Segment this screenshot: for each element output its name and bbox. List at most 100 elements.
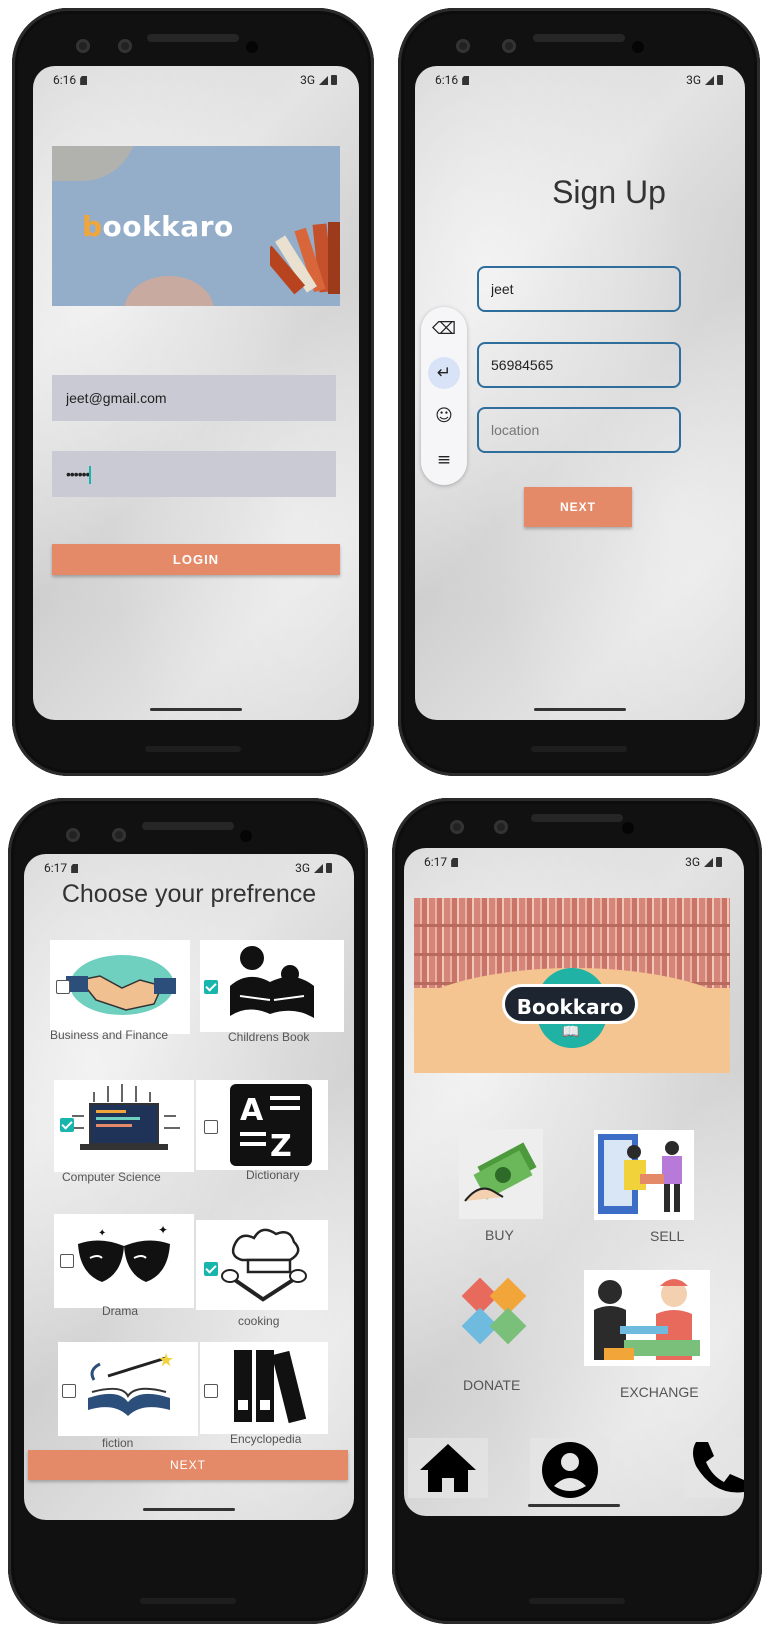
next-button[interactable]: NEXT bbox=[524, 487, 632, 527]
front-camera-dot bbox=[632, 41, 644, 53]
checkbox[interactable] bbox=[60, 1254, 74, 1268]
home-screen: 6:17 3G Bookkaro 📖 BUY SELL DONATE EXCHA… bbox=[404, 848, 744, 1516]
email-field[interactable] bbox=[52, 375, 336, 421]
text-cursor bbox=[89, 466, 92, 485]
location-field[interactable] bbox=[477, 407, 681, 453]
network-label: 3G bbox=[300, 73, 315, 87]
svg-text:Z: Z bbox=[270, 1129, 292, 1164]
drama-masks-icon: ✦ ✦ bbox=[78, 1223, 170, 1282]
network-label: 3G bbox=[685, 855, 700, 869]
camera-icon bbox=[66, 828, 80, 842]
home-banner: Bookkaro 📖 bbox=[414, 898, 730, 1073]
signal-icon bbox=[705, 76, 714, 85]
gesture-bar[interactable] bbox=[528, 1504, 620, 1507]
battery-icon bbox=[716, 857, 722, 867]
gesture-bar[interactable] bbox=[534, 708, 626, 711]
money-icon bbox=[464, 1142, 537, 1202]
status-bar: 6:17 3G bbox=[24, 854, 354, 880]
app-logo: bookkaro bbox=[82, 210, 234, 243]
logo-initial: b bbox=[82, 210, 103, 243]
checkbox[interactable] bbox=[56, 980, 70, 994]
banner-shape bbox=[124, 276, 214, 306]
battery-icon bbox=[717, 75, 723, 85]
login-screen: 6:16 3G bookkaro •••••• LOGIN bbox=[33, 66, 359, 720]
enter-icon[interactable]: ↵ bbox=[428, 357, 460, 389]
status-time: 6:16 bbox=[435, 73, 459, 87]
category-label: Encyclopedia bbox=[230, 1432, 302, 1446]
network-label: 3G bbox=[686, 73, 701, 87]
handshake-icon bbox=[66, 955, 176, 1015]
tile-label: DONATE bbox=[463, 1377, 521, 1393]
bookkaro-banner: bookkaro bbox=[52, 146, 340, 306]
books-icon bbox=[270, 222, 340, 295]
top-speaker bbox=[533, 34, 625, 42]
category-label: Drama bbox=[102, 1304, 139, 1318]
status-bar: 6:16 3G bbox=[33, 66, 359, 92]
gesture-bar[interactable] bbox=[150, 708, 242, 711]
reading-image bbox=[200, 940, 344, 1032]
gesture-bar[interactable] bbox=[143, 1508, 235, 1511]
front-camera-dot bbox=[622, 822, 634, 834]
menu-icon[interactable]: ≡ bbox=[428, 444, 460, 476]
fiction-image: ★ bbox=[58, 1342, 198, 1436]
phone-field[interactable] bbox=[477, 342, 681, 388]
laptop-icon bbox=[68, 1084, 180, 1150]
battery-icon bbox=[331, 75, 337, 85]
sim-icon bbox=[462, 76, 470, 85]
donate-image bbox=[451, 1269, 537, 1361]
sensor-icon bbox=[118, 39, 132, 53]
phone-icon bbox=[693, 1442, 744, 1493]
donate-icon bbox=[461, 1277, 527, 1345]
sensor-icon bbox=[494, 820, 508, 834]
preference-screen: 6:17 3G Choose your prefrence Business a… bbox=[24, 854, 354, 1520]
emoji-icon[interactable]: ☺ bbox=[428, 400, 460, 432]
status-time: 6:17 bbox=[44, 861, 68, 875]
encyclopedia-icon bbox=[234, 1350, 307, 1424]
home-nav-button[interactable] bbox=[408, 1438, 488, 1498]
login-button[interactable]: LOGIN bbox=[52, 544, 340, 575]
svg-text:★: ★ bbox=[158, 1350, 174, 1371]
checkbox[interactable] bbox=[62, 1384, 76, 1398]
password-field[interactable]: •••••• bbox=[52, 451, 336, 497]
bottom-speaker bbox=[145, 746, 241, 752]
battery-icon bbox=[326, 863, 332, 873]
profile-nav-button[interactable] bbox=[530, 1438, 610, 1502]
phone-nav-button[interactable] bbox=[684, 1438, 744, 1498]
camera-icon bbox=[450, 820, 464, 834]
sim-icon bbox=[80, 76, 88, 85]
name-field[interactable] bbox=[477, 266, 681, 312]
checkbox[interactable] bbox=[204, 1120, 218, 1134]
checkbox[interactable] bbox=[204, 1384, 218, 1398]
password-value: •••••• bbox=[66, 466, 90, 482]
network-label: 3G bbox=[295, 861, 310, 875]
status-time: 6:17 bbox=[424, 855, 448, 869]
money-image bbox=[459, 1129, 543, 1219]
laptop-image bbox=[54, 1080, 194, 1172]
checkbox[interactable] bbox=[204, 980, 218, 994]
sensor-icon bbox=[112, 828, 126, 842]
bottom-speaker bbox=[531, 746, 627, 752]
checkbox[interactable] bbox=[60, 1118, 74, 1132]
phone-home: 6:17 3G Bookkaro 📖 BUY SELL DONATE EXCHA… bbox=[392, 798, 762, 1624]
logo-rest: ookkaro bbox=[102, 210, 234, 243]
sensor-icon bbox=[502, 39, 516, 53]
svg-text:✦: ✦ bbox=[158, 1223, 168, 1237]
page-title: Choose your prefrence bbox=[61, 880, 317, 908]
home-icon bbox=[420, 1444, 476, 1492]
status-bar: 6:16 3G bbox=[415, 66, 745, 92]
phone-login: 6:16 3G bookkaro •••••• LOGIN bbox=[12, 8, 374, 776]
category-label: cooking bbox=[238, 1314, 280, 1328]
front-camera-dot bbox=[246, 41, 258, 53]
signal-icon bbox=[319, 76, 328, 85]
backspace-icon[interactable]: ⌫ bbox=[428, 313, 460, 345]
category-label: Childrens Book bbox=[228, 1030, 310, 1044]
signal-icon bbox=[314, 864, 323, 873]
camera-icon bbox=[76, 39, 90, 53]
tile-label: BUY bbox=[485, 1227, 514, 1243]
phone-preference: 6:17 3G Choose your prefrence Business a… bbox=[8, 798, 368, 1624]
next-button[interactable]: NEXT bbox=[28, 1450, 348, 1480]
checkbox[interactable] bbox=[204, 1262, 218, 1276]
profile-icon bbox=[542, 1442, 598, 1498]
book-icon: 📖 bbox=[562, 1024, 580, 1040]
bottom-speaker bbox=[529, 1598, 625, 1604]
